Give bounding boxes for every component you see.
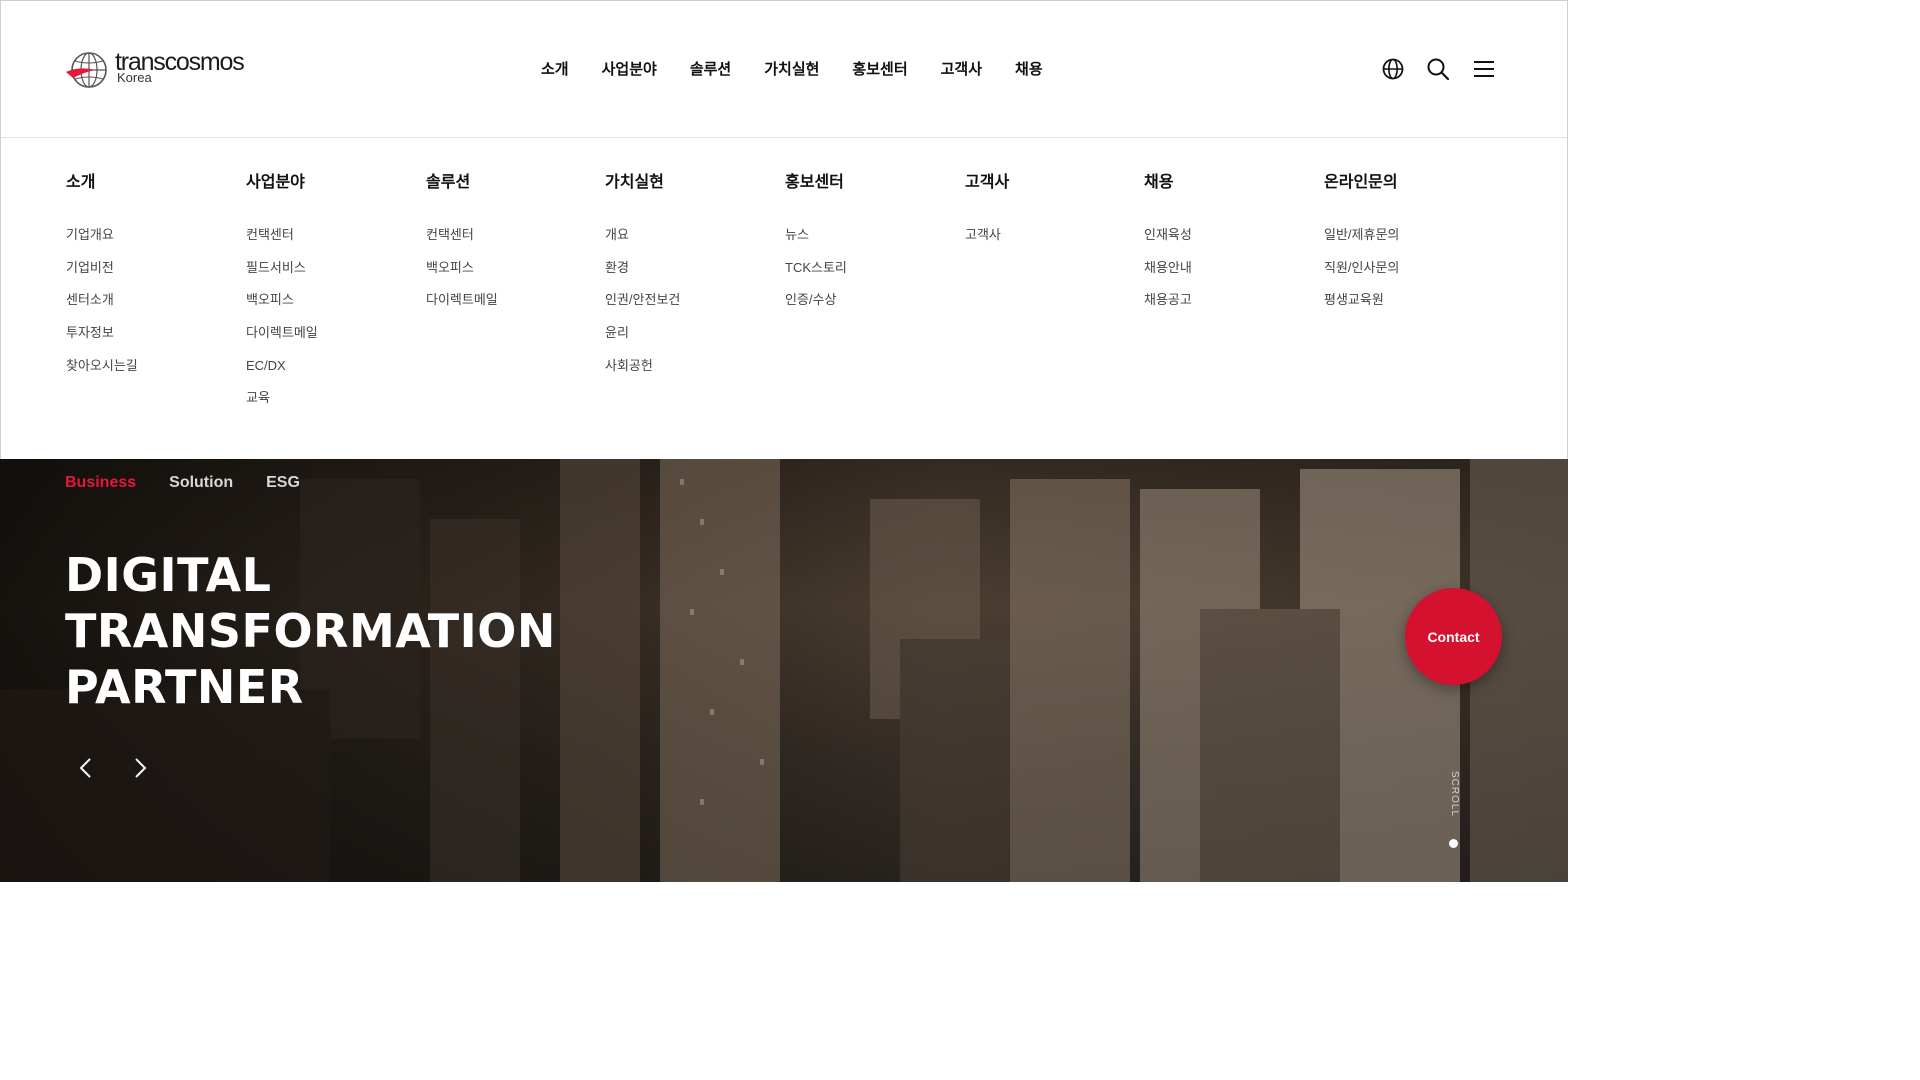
- global-nav: 소개 사업분야 솔루션 가치실현 홍보센터 고객사 채용: [541, 59, 1076, 81]
- mega-link[interactable]: 센터소개: [66, 291, 236, 309]
- mega-col-title[interactable]: 소개: [66, 171, 236, 195]
- nav-item-value[interactable]: 가치실현: [764, 59, 819, 81]
- hero-category-tabs: Business Solution ESG: [65, 473, 333, 493]
- mega-col-title[interactable]: 솔루션: [426, 171, 596, 195]
- mega-col-title[interactable]: 사업분야: [246, 171, 416, 195]
- mega-link[interactable]: 일반/제휴문의: [1324, 226, 1494, 244]
- mega-link[interactable]: 채용공고: [1144, 291, 1314, 309]
- mega-col-value: 가치실현 개요 환경 인권/안전보건 윤리 사회공헌: [605, 171, 775, 389]
- hero-tab-esg[interactable]: ESG: [266, 473, 300, 493]
- mega-menu: 소개 기업개요 기업비전 센터소개 투자정보 찾아오시는길 사업분야 컨택센터 …: [0, 138, 1568, 459]
- transcosmos-logo[interactable]: transcosmos Korea: [65, 48, 265, 92]
- logo-subtitle: Korea: [117, 70, 152, 85]
- mega-link[interactable]: EC/DX: [246, 357, 416, 375]
- mega-col-pr-center: 홍보센터 뉴스 TCK스토리 인증/수상: [785, 171, 955, 324]
- mega-col-recruit: 채용 인재육성 채용안내 채용공고: [1144, 171, 1314, 324]
- mega-link[interactable]: 고객사: [965, 226, 1135, 244]
- globe-logo-icon: [66, 52, 107, 88]
- mega-link[interactable]: 환경: [605, 259, 775, 277]
- mega-link[interactable]: 백오피스: [426, 259, 596, 277]
- mega-link[interactable]: 컨택센터: [246, 226, 416, 244]
- chevron-left-icon[interactable]: [74, 755, 100, 781]
- mega-link[interactable]: 인재육성: [1144, 226, 1314, 244]
- mega-link[interactable]: 기업비전: [66, 259, 236, 277]
- mega-link[interactable]: 필드서비스: [246, 259, 416, 277]
- mega-link[interactable]: 사회공헌: [605, 357, 775, 375]
- mega-link[interactable]: 다이렉트메일: [426, 291, 596, 309]
- hero-headline-line: PARTNER: [65, 660, 304, 714]
- mega-link[interactable]: 기업개요: [66, 226, 236, 244]
- mega-link[interactable]: 개요: [605, 226, 775, 244]
- nav-item-business[interactable]: 사업분야: [602, 59, 657, 81]
- slide-pagination-dot[interactable]: [1449, 839, 1458, 848]
- mega-col-title[interactable]: 채용: [1144, 171, 1314, 195]
- chevron-right-icon[interactable]: [126, 755, 152, 781]
- scroll-indicator: SCROLL: [1449, 771, 1460, 818]
- nav-item-solution[interactable]: 솔루션: [690, 59, 731, 81]
- mega-link[interactable]: 인권/안전보건: [605, 291, 775, 309]
- nav-item-clients[interactable]: 고객사: [941, 59, 982, 81]
- mega-link[interactable]: 교육: [246, 389, 416, 407]
- globe-icon[interactable]: [1381, 57, 1405, 81]
- nav-item-about[interactable]: 소개: [541, 59, 569, 81]
- mega-link[interactable]: 윤리: [605, 324, 775, 342]
- hero-headline-line: TRANSFORMATION: [65, 604, 556, 658]
- mega-link[interactable]: 평생교육원: [1324, 291, 1494, 309]
- nav-item-pr-center[interactable]: 홍보센터: [852, 59, 907, 81]
- search-icon[interactable]: [1426, 57, 1450, 81]
- nav-item-recruit[interactable]: 채용: [1015, 59, 1043, 81]
- mega-link[interactable]: 다이렉트메일: [246, 324, 416, 342]
- mega-col-business: 사업분야 컨택센터 필드서비스 백오피스 다이렉트메일 EC/DX 교육: [246, 171, 416, 422]
- mega-col-title[interactable]: 가치실현: [605, 171, 775, 195]
- mega-link[interactable]: 투자정보: [66, 324, 236, 342]
- mega-col-title[interactable]: 온라인문의: [1324, 171, 1494, 195]
- mega-link[interactable]: 채용안내: [1144, 259, 1314, 277]
- mega-link[interactable]: 찾아오시는길: [66, 357, 236, 375]
- hero-tab-solution[interactable]: Solution: [169, 473, 233, 493]
- hero-tab-business[interactable]: Business: [65, 473, 136, 493]
- mega-col-clients: 고객사 고객사: [965, 171, 1135, 259]
- mega-link[interactable]: 뉴스: [785, 226, 955, 244]
- mega-col-solution: 솔루션 컨택센터 백오피스 다이렉트메일: [426, 171, 596, 324]
- hamburger-menu-icon[interactable]: [1472, 57, 1496, 81]
- contact-button[interactable]: Contact: [1405, 588, 1502, 685]
- hero-banner: Business Solution ESG DIGITAL TRANSFORMA…: [0, 459, 1568, 882]
- mega-link[interactable]: TCK스토리: [785, 259, 955, 277]
- site-header: transcosmos Korea 소개 사업분야 솔루션 가치실현 홍보센터 …: [0, 0, 1568, 138]
- mega-col-title[interactable]: 홍보센터: [785, 171, 955, 195]
- mega-link[interactable]: 백오피스: [246, 291, 416, 309]
- mega-link[interactable]: 인증/수상: [785, 291, 955, 309]
- mega-col-about: 소개 기업개요 기업비전 센터소개 투자정보 찾아오시는길: [66, 171, 236, 389]
- mega-col-title[interactable]: 고객사: [965, 171, 1135, 195]
- hero-headline-line: DIGITAL: [65, 548, 272, 602]
- mega-link[interactable]: 직원/인사문의: [1324, 259, 1494, 277]
- mega-link[interactable]: 컨택센터: [426, 226, 596, 244]
- mega-col-inquiry: 온라인문의 일반/제휴문의 직원/인사문의 평생교육원: [1324, 171, 1494, 324]
- hero-headline: DIGITAL TRANSFORMATION PARTNER: [65, 547, 556, 715]
